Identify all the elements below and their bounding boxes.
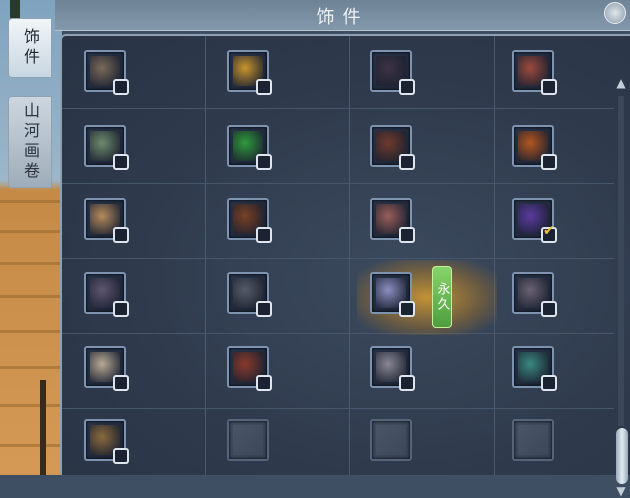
- accessory-slot[interactable]: [84, 125, 129, 170]
- accessory-slot[interactable]: [227, 419, 269, 461]
- tab-landscape-scroll-label: 山河画卷: [21, 102, 40, 182]
- equip-checkbox[interactable]: [256, 79, 272, 95]
- accessory-slot[interactable]: [370, 346, 415, 391]
- accessory-grid-panel: 永久 ▲ ▼: [60, 34, 630, 498]
- empty-slot-icon: [233, 425, 263, 455]
- accessory-slot[interactable]: [512, 346, 557, 391]
- scroll-up-arrow-icon[interactable]: ▲: [614, 76, 628, 90]
- equip-checkbox[interactable]: [541, 375, 557, 391]
- equip-checkbox[interactable]: [113, 79, 129, 95]
- equip-checkbox[interactable]: [113, 227, 129, 243]
- equip-checkbox[interactable]: [256, 227, 272, 243]
- equip-checkbox[interactable]: [399, 154, 415, 170]
- permanent-badge: 永久: [432, 266, 452, 328]
- tab-accessories[interactable]: 饰件: [8, 18, 52, 78]
- equip-checkbox[interactable]: [113, 375, 129, 391]
- close-button[interactable]: [604, 2, 626, 24]
- accessory-slot[interactable]: [227, 346, 272, 391]
- equip-checkbox[interactable]: [399, 301, 415, 317]
- equip-checkbox[interactable]: [541, 301, 557, 317]
- accessory-slot[interactable]: [370, 419, 412, 461]
- scroll-down-arrow-icon[interactable]: ▼: [614, 484, 628, 498]
- accessory-slot[interactable]: [84, 198, 129, 243]
- accessory-slot[interactable]: [227, 198, 272, 243]
- scrollbar-track[interactable]: [618, 96, 624, 426]
- empty-slot-icon: [376, 425, 406, 455]
- accessory-slot[interactable]: [512, 272, 557, 317]
- accessory-slot[interactable]: [370, 272, 415, 317]
- equip-checkbox[interactable]: [541, 223, 557, 243]
- accessory-slot[interactable]: [227, 272, 272, 317]
- window-title: 饰件: [316, 7, 369, 28]
- accessory-slot[interactable]: [227, 50, 272, 95]
- tab-accessories-label: 饰件: [21, 28, 40, 68]
- equip-checkbox[interactable]: [256, 154, 272, 170]
- accessory-slot[interactable]: [512, 419, 554, 461]
- equip-checkbox[interactable]: [541, 79, 557, 95]
- tab-landscape-scroll[interactable]: 山河画卷: [8, 96, 52, 188]
- accessory-slot[interactable]: [512, 50, 557, 95]
- equip-checkbox[interactable]: [399, 227, 415, 243]
- equip-checkbox[interactable]: [399, 79, 415, 95]
- accessory-slot[interactable]: [512, 198, 557, 243]
- equip-checkbox[interactable]: [113, 448, 129, 464]
- scrollbar-thumb[interactable]: [616, 428, 628, 484]
- accessory-slot[interactable]: [370, 50, 415, 95]
- accessory-slot[interactable]: [84, 50, 129, 95]
- equip-checkbox[interactable]: [113, 154, 129, 170]
- accessory-slot[interactable]: [84, 346, 129, 391]
- accessory-slot[interactable]: [84, 419, 129, 464]
- accessory-slot[interactable]: [370, 125, 415, 170]
- equip-checkbox[interactable]: [113, 301, 129, 317]
- accessory-slot[interactable]: [227, 125, 272, 170]
- equip-checkbox[interactable]: [399, 375, 415, 391]
- accessory-slot[interactable]: [84, 272, 129, 317]
- accessory-slot[interactable]: [512, 125, 557, 170]
- empty-slot-icon: [518, 425, 548, 455]
- accessory-slot[interactable]: [370, 198, 415, 243]
- window-header: 饰件: [55, 0, 630, 31]
- equip-checkbox[interactable]: [541, 154, 557, 170]
- equip-checkbox[interactable]: [256, 375, 272, 391]
- wooden-post: [40, 380, 46, 475]
- equip-checkbox[interactable]: [256, 301, 272, 317]
